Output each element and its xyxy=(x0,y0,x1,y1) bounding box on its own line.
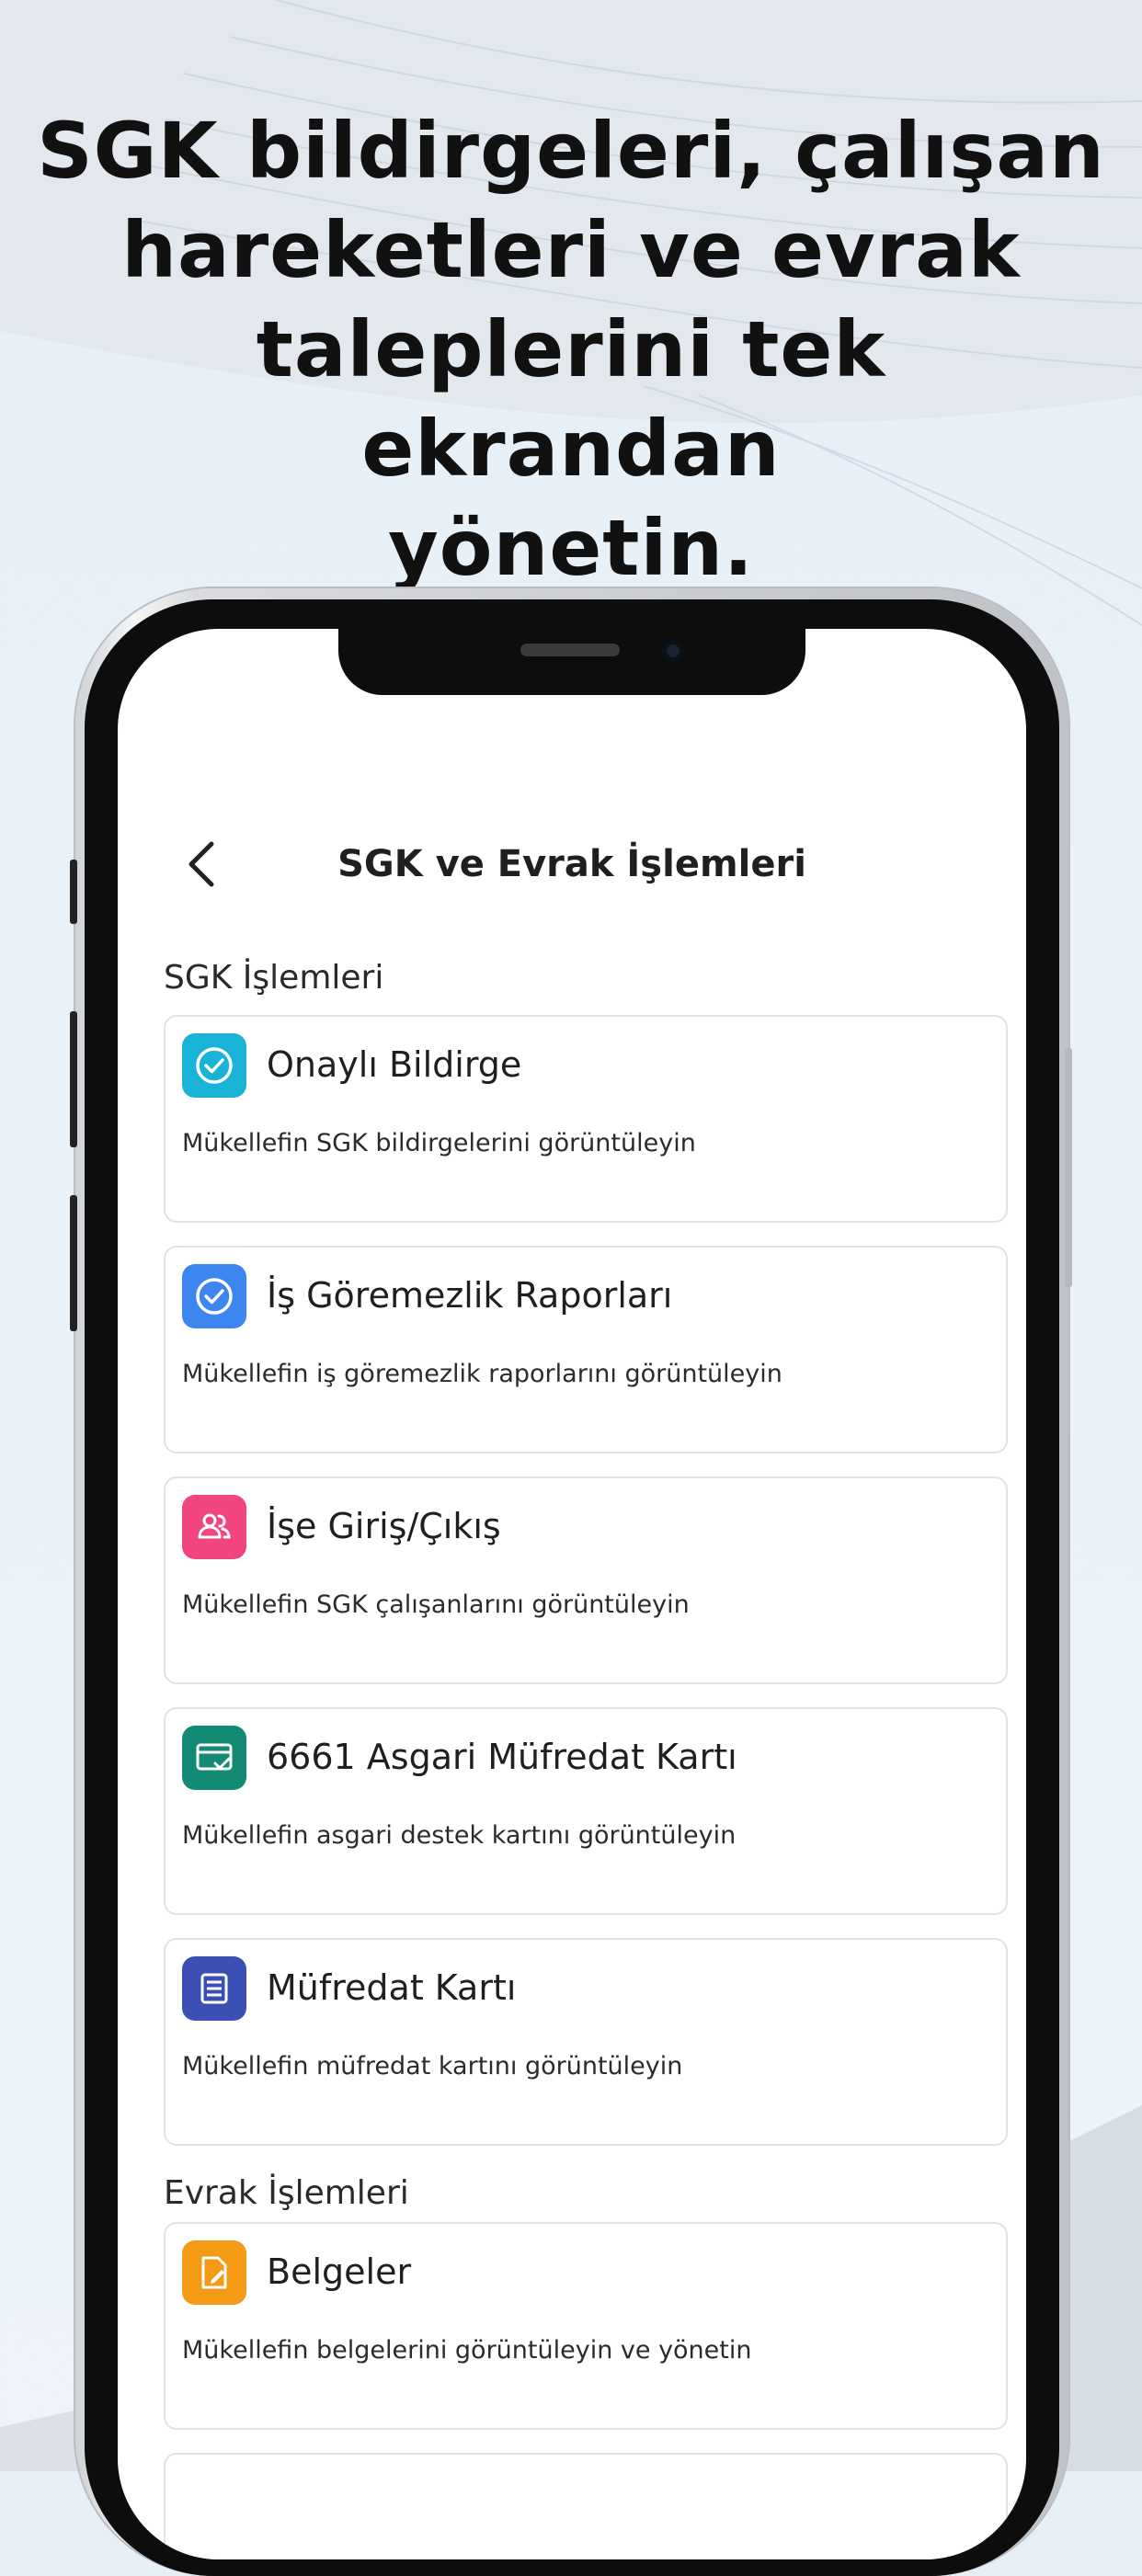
page-title: SGK ve Evrak İşlemleri xyxy=(337,843,806,885)
headline-line-2: hareketleri ve evrak xyxy=(121,205,1021,295)
card-title: Belgeler xyxy=(267,2251,412,2292)
app-screen: SGK ve Evrak İşlemleri SGK İşlemleri Ona… xyxy=(118,629,1026,2559)
document-edit-icon xyxy=(182,2240,246,2305)
card-mufredat-karti[interactable]: Müfredat Kartı Mükellefin müfredat kartı… xyxy=(164,1938,1008,2146)
phone-volume-up-button xyxy=(70,1011,77,1147)
section-title-evrak: Evrak İşlemleri xyxy=(164,2174,409,2212)
card-description: Mükellefin SGK bildirgelerini görüntüley… xyxy=(182,1129,696,1157)
card-onayli-bildirge[interactable]: Onaylı Bildirge Mükellefin SGK bildirgel… xyxy=(164,1015,1008,1223)
phone-volume-down-button xyxy=(70,1195,77,1331)
card-description: Mükellefin asgari destek kartını görüntü… xyxy=(182,1821,737,1850)
card-description: Mükellefin iş göremezlik raporlarını gör… xyxy=(182,1360,782,1388)
phone-notch xyxy=(338,629,805,695)
check-circle-icon xyxy=(182,1033,246,1098)
headline-line-1: SGK bildirgeleri, çalışan xyxy=(37,106,1105,196)
card-description: Mükellefin müfredat kartını görüntüleyin xyxy=(182,2052,683,2080)
headline: SGK bildirgeleri, çalışan hareketleri ve… xyxy=(37,101,1105,598)
card-partial-next[interactable] xyxy=(164,2453,1008,2559)
headline-line-4: yönetin. xyxy=(388,503,754,593)
phone-power-button xyxy=(1065,1048,1072,1287)
card-ise-giris-cikis[interactable]: İşe Giriş/Çıkış Mükellefin SGK çalışanla… xyxy=(164,1476,1008,1684)
card-description: Mükellefin SGK çalışanlarını görüntüleyi… xyxy=(182,1590,690,1619)
card-title: İş Göremezlik Raporları xyxy=(267,1275,673,1316)
card-title: 6661 Asgari Müfredat Kartı xyxy=(267,1737,737,1777)
card-description: Mükellefin belgelerini görüntüleyin ve y… xyxy=(182,2336,752,2365)
card-is-goremezlik-raporlari[interactable]: İş Göremezlik Raporları Mükellefin iş gö… xyxy=(164,1246,1008,1453)
card-6661-asgari-mufredat-karti[interactable]: 6661 Asgari Müfredat Kartı Mükellefin as… xyxy=(164,1707,1008,1915)
phone-camera xyxy=(662,640,684,662)
phone-mute-switch xyxy=(70,860,77,924)
card-belgeler[interactable]: Belgeler Mükellefin belgelerini görüntül… xyxy=(164,2222,1008,2430)
headline-line-3: taleplerini tek ekrandan xyxy=(256,304,886,494)
card-check-icon xyxy=(182,1726,246,1790)
list-box-icon xyxy=(182,1956,246,2021)
card-title: Müfredat Kartı xyxy=(267,1967,517,2008)
card-title: Onaylı Bildirge xyxy=(267,1044,522,1085)
phone-speaker xyxy=(520,644,620,656)
people-icon xyxy=(182,1495,246,1559)
check-circle-icon xyxy=(182,1264,246,1328)
section-title-sgk: SGK İşlemleri xyxy=(164,959,384,997)
card-title: İşe Giriş/Çıkış xyxy=(267,1506,501,1546)
